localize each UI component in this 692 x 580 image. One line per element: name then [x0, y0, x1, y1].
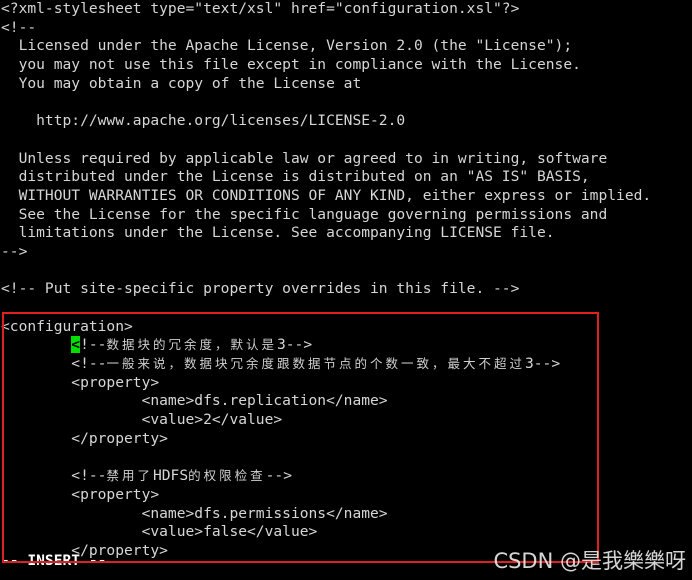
terminal-line: <!-- [0, 19, 692, 38]
terminal-line: limitations under the License. See accom… [0, 224, 692, 243]
terminal-line-property-close: </property> [0, 430, 692, 449]
terminal-line: <!-- Put site-specific property override… [0, 280, 692, 299]
line-text: --> [1, 242, 28, 260]
line-text: </property> [1, 429, 168, 447]
terminal-line: distributed under the License is distrib… [0, 168, 692, 187]
line-text: See the License for the specific languag… [1, 205, 608, 223]
comment-value: 3 [276, 336, 286, 354]
terminal-line: See the License for the specific languag… [0, 206, 692, 225]
terminal-line: Unless required by applicable law or agr… [0, 150, 692, 169]
terminal-line: --> [0, 243, 692, 262]
line-text: distributed under the License is distrib… [1, 168, 590, 186]
terminal-line-property-open: <property> [0, 486, 692, 505]
line-text: WITHOUT WARRANTIES OR CONDITIONS OF ANY … [1, 186, 652, 204]
comment-text-cjk-b: 的权限检查 [188, 468, 266, 484]
terminal-line: you may not use this file except in comp… [0, 56, 692, 75]
comment-open: <!-- [71, 355, 107, 373]
line-text: <property> [1, 373, 160, 391]
terminal-line-property-value: <value>2</value> [0, 411, 692, 430]
comment-open: <!-- [71, 467, 107, 485]
comment-text-ascii: HDFS [152, 467, 189, 485]
terminal-line-comment-replication: <!--数据块的冗余度，默认是3--> [0, 336, 692, 355]
line-text: <name>dfs.permissions</name> [1, 504, 388, 522]
comment-text-cjk: 一般来说，数据块冗余度跟数据节点的个数一致，最大不超过 [106, 356, 525, 372]
line-text: <!-- [1, 18, 37, 36]
terminal-line-property-name: <name>dfs.permissions</name> [0, 505, 692, 524]
csdn-watermark: CSDN @是我樂樂呀 [493, 549, 686, 573]
line-text: <configuration> [1, 317, 133, 335]
line-text: Unless required by applicable law or agr… [1, 149, 608, 167]
line-text: <value>2</value> [1, 411, 283, 429]
terminal-line: <?xml-stylesheet type="text/xsl" href="c… [0, 0, 692, 19]
comment-open: !-- [80, 336, 107, 354]
terminal-line-property-value: <value>false</value> [0, 523, 692, 542]
line-text: <!-- Put site-specific property override… [1, 280, 520, 298]
comment-close: --> [265, 467, 292, 485]
terminal-line-comment-replication-detail: <!--一般来说，数据块冗余度跟数据节点的个数一致，最大不超过3--> [0, 355, 692, 374]
terminal-line-property-name: <name>dfs.replication</name> [0, 392, 692, 411]
line-text: <name>dfs.replication</name> [1, 392, 388, 410]
terminal-line: You may obtain a copy of the License at [0, 75, 692, 94]
terminal-line-comment-permissions: <!--禁用了HDFS的权限检查--> [0, 467, 692, 486]
comment-close: --> [285, 336, 313, 354]
comment-text-cjk: 数据块的冗余度，默认是 [106, 337, 277, 353]
line-text: limitations under the License. See accom… [1, 224, 555, 242]
terminal-line-property-open: <property> [0, 374, 692, 393]
terminal-line-configuration-open: <configuration> [0, 318, 692, 337]
comment-value: 3 [524, 355, 534, 373]
line-text: you may not use this file except in comp… [1, 56, 581, 74]
line-text: Licensed under the Apache License, Versi… [1, 37, 573, 55]
line-text: <value>false</value> [1, 523, 318, 541]
terminal-line: http://www.apache.org/licenses/LICENSE-2… [0, 112, 692, 131]
line-text: http://www.apache.org/licenses/LICENSE-2… [1, 112, 406, 130]
terminal-line: Licensed under the Apache License, Versi… [0, 37, 692, 56]
vim-status-line: -- INSERT -- [1, 552, 107, 569]
line-text: <?xml-stylesheet type="text/xsl" href="c… [1, 0, 520, 17]
terminal-text-buffer[interactable]: <?xml-stylesheet type="text/xsl" href="c… [0, 0, 692, 561]
terminal-line: WITHOUT WARRANTIES OR CONDITIONS OF ANY … [0, 187, 692, 206]
line-text: You may obtain a copy of the License at [1, 74, 362, 92]
vim-block-cursor: < [71, 336, 81, 354]
terminal-screen[interactable]: <?xml-stylesheet type="text/xsl" href="c… [0, 0, 692, 580]
comment-text-cjk-a: 禁用了 [106, 468, 153, 484]
line-text: <property> [1, 485, 160, 503]
comment-close: --> [533, 355, 561, 373]
